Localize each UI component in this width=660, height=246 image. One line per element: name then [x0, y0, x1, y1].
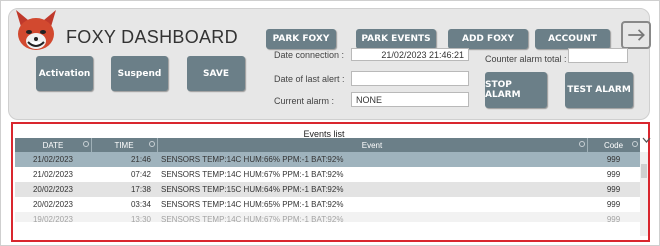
date-last-alert-label: Date of last alert :: [274, 74, 345, 84]
sort-icon: [149, 141, 155, 147]
cell-time: 21:46: [130, 155, 151, 164]
sort-icon: [579, 141, 585, 147]
chevron-down-icon[interactable]: [642, 137, 651, 143]
suspend-button[interactable]: Suspend: [111, 56, 168, 91]
cell-date: 21/02/2023: [32, 170, 74, 179]
current-alarm-field[interactable]: NONE: [351, 92, 469, 107]
cell-date: 21/02/2023: [32, 155, 74, 164]
column-header-time[interactable]: TIME: [91, 138, 157, 152]
sort-icon: [632, 141, 638, 147]
table-row[interactable]: 21/02/2023 21:46 SENSORS TEMP:14C HUM:66…: [15, 152, 640, 167]
cell-time: 03:34: [130, 200, 151, 209]
fox-head-icon: [16, 10, 56, 50]
counter-alarm-label: Counter alarm total :: [485, 54, 567, 64]
date-connection-field: 21/02/2023 21:46:21: [351, 48, 469, 61]
cell-event: SENSORS TEMP:14C HUM:67% PPM:-1 BAT:92%: [161, 215, 344, 222]
cell-date: 19/02/2023: [32, 215, 74, 222]
cell-code: 999: [606, 215, 621, 222]
table-row[interactable]: 21/02/2023 07:42 SENSORS TEMP:14C HUM:67…: [15, 167, 640, 182]
cell-event: SENSORS TEMP:14C HUM:66% PPM:-1 BAT:92%: [161, 155, 344, 164]
cell-time: 07:42: [130, 170, 151, 179]
table-row[interactable]: 19/02/2023 13:30 SENSORS TEMP:14C HUM:67…: [15, 212, 640, 222]
date-connection-label: Date connection :: [274, 50, 345, 60]
cell-code: 999: [606, 155, 621, 164]
save-button[interactable]: SAVE: [187, 56, 245, 91]
events-scrollbar[interactable]: [640, 152, 648, 236]
test-alarm-button[interactable]: TEST ALARM: [565, 72, 633, 108]
app-title: FOXY DASHBOARD: [66, 27, 238, 47]
park-foxy-button[interactable]: PARK FOXY: [266, 29, 336, 49]
park-events-button[interactable]: PARK EVENTS: [356, 29, 436, 49]
table-row[interactable]: 20/02/2023 17:38 SENSORS TEMP:15C HUM:64…: [15, 182, 640, 197]
activation-button[interactable]: Activation: [36, 56, 93, 91]
account-button[interactable]: ACCOUNT: [535, 29, 610, 49]
cell-date: 20/02/2023: [32, 200, 74, 209]
cell-event: SENSORS TEMP:14C HUM:67% PPM:-1 BAT:92%: [161, 170, 344, 179]
column-header-date[interactable]: DATE: [15, 138, 91, 152]
cell-code: 999: [606, 170, 621, 179]
events-table-header: DATE TIME Event Code: [15, 138, 640, 152]
cell-time: 17:38: [130, 185, 151, 194]
cell-code: 999: [606, 200, 621, 209]
column-header-code[interactable]: Code: [587, 138, 640, 152]
table-row[interactable]: 20/02/2023 03:34 SENSORS TEMP:14C HUM:65…: [15, 197, 640, 212]
current-alarm-label: Current alarm :: [274, 96, 335, 106]
cell-code: 999: [606, 185, 621, 194]
add-foxy-button[interactable]: ADD FOXY: [448, 29, 528, 49]
cell-time: 13:30: [130, 215, 151, 222]
counter-alarm-field[interactable]: [568, 48, 628, 63]
stop-alarm-button[interactable]: STOP ALARM: [485, 72, 547, 108]
date-last-alert-field[interactable]: [351, 71, 469, 86]
scrollbar-thumb[interactable]: [641, 164, 647, 178]
sort-icon: [83, 141, 89, 147]
cell-event: SENSORS TEMP:14C HUM:65% PPM:-1 BAT:92%: [161, 200, 344, 209]
cell-date: 20/02/2023: [32, 185, 74, 194]
exit-icon[interactable]: [621, 21, 651, 49]
column-header-event[interactable]: Event: [157, 138, 587, 152]
cell-event: SENSORS TEMP:15C HUM:64% PPM:-1 BAT:92%: [161, 185, 344, 194]
